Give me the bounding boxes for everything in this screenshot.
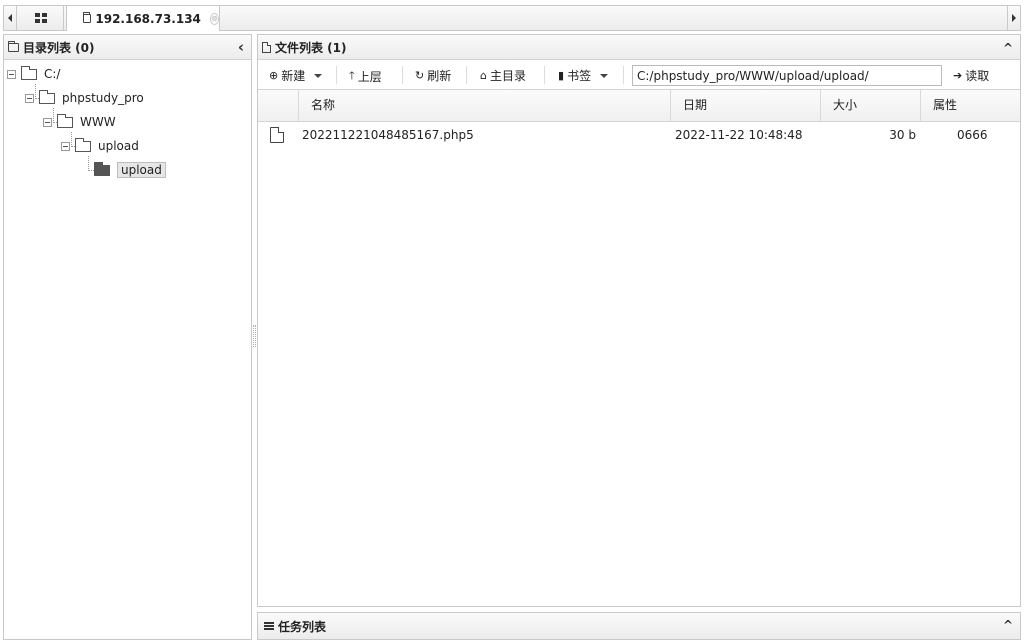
column-attr[interactable]: 属性 — [920, 90, 1020, 121]
tree-node-label: upload — [98, 139, 139, 153]
tree-node-label: WWW — [80, 115, 116, 129]
directory-panel-title: 目录列表 (0) — [23, 40, 95, 55]
bookmark-icon: ▮ — [558, 69, 565, 82]
tree-node-root[interactable]: C:/ — [7, 64, 60, 84]
collapse-icon[interactable] — [61, 141, 70, 151]
directory-panel-header: 目录列表 (0) ‹ — [4, 35, 251, 60]
tab-home[interactable] — [18, 6, 64, 30]
arrow-right-icon — [1012, 14, 1016, 22]
collapse-icon[interactable] — [25, 93, 34, 103]
tree-node-label: C:/ — [44, 67, 61, 81]
file-size: 30 b — [889, 128, 916, 142]
file-attr: 0666 — [957, 128, 988, 142]
chevron-down-icon — [314, 73, 323, 78]
tab-host-label: 192.168.73.134 — [95, 11, 201, 26]
read-button[interactable]: ➔ 读取 — [953, 67, 989, 84]
folder-icon — [8, 40, 19, 52]
file-date: 2022-11-22 10:48:48 — [675, 128, 803, 142]
document-icon — [262, 41, 271, 53]
tab-scroll-right-button[interactable] — [1007, 6, 1020, 30]
collapse-left-icon[interactable]: ‹ — [238, 38, 244, 56]
path-input[interactable] — [632, 65, 942, 86]
tree-node-phpstudy-pro[interactable]: phpstudy_pro — [25, 88, 144, 108]
file-icon — [270, 127, 284, 143]
up-button-label: 上层 — [357, 70, 382, 84]
collapse-up-icon[interactable]: ^ — [1003, 41, 1013, 55]
grid-icon — [34, 13, 47, 23]
list-icon — [264, 621, 274, 631]
file-panel: 文件列表 (1) ^ ⊕ 新建 🡑 上层 ↻ 刷新 ⌂ 主目录 ▮ 书签 C:/… — [257, 34, 1021, 607]
folder-icon — [21, 65, 37, 80]
tree-node-label: upload — [117, 162, 166, 178]
home-dir-button-label: 主目录 — [489, 69, 526, 83]
column-size[interactable]: 大小 — [820, 90, 920, 121]
task-panel-title: 任务列表 — [278, 619, 327, 634]
up-button[interactable]: 🡑 上层 — [349, 67, 382, 86]
arrow-up-icon: 🡑 — [349, 69, 355, 82]
folder-open-icon — [94, 161, 110, 176]
tab-host[interactable]: 192.168.73.134 ⊗ — [66, 6, 220, 31]
file-panel-title: 文件列表 (1) — [275, 40, 347, 55]
plus-circle-icon: ⊕ — [269, 69, 279, 82]
file-name: 202211221048485167.php5 — [302, 128, 474, 142]
panel-splitter[interactable] — [253, 325, 256, 347]
refresh-button-label: 刷新 — [427, 69, 452, 83]
tree-node-upload[interactable]: upload — [61, 136, 139, 156]
directory-panel: 目录列表 (0) ‹ C:/ phpstudy_pro WWW upload u… — [3, 34, 252, 640]
tab-bar: 192.168.73.134 ⊗ — [3, 5, 1021, 31]
collapse-icon[interactable] — [7, 69, 16, 79]
tab-scroll-left-button[interactable] — [4, 6, 17, 30]
expand-up-icon[interactable]: ^ — [1003, 618, 1013, 632]
tree-node-label: phpstudy_pro — [62, 91, 144, 105]
new-button[interactable]: ⊕ 新建 — [269, 67, 323, 84]
refresh-icon: ↻ — [415, 69, 425, 82]
task-panel-header[interactable]: 任务列表 ^ — [258, 613, 1020, 639]
home-icon: ⌂ — [480, 69, 487, 82]
refresh-button[interactable]: ↻ 刷新 — [415, 67, 451, 84]
column-name[interactable]: 名称 — [298, 90, 670, 121]
close-icon[interactable]: ⊗ — [209, 12, 219, 25]
file-toolbar: ⊕ 新建 🡑 上层 ↻ 刷新 ⌂ 主目录 ▮ 书签 ➔ 读取 — [258, 60, 1020, 90]
collapse-icon[interactable] — [43, 117, 52, 127]
folder-icon — [39, 89, 55, 104]
folder-icon — [75, 137, 91, 152]
file-grid-header: 名称 日期 大小 属性 — [258, 90, 1020, 122]
tree-node-upload-selected[interactable]: upload — [94, 160, 166, 180]
bookmark-button-label: 书签 — [567, 69, 592, 83]
tree-node-www[interactable]: WWW — [43, 112, 116, 132]
bookmark-button[interactable]: ▮ 书签 — [558, 67, 609, 84]
folder-icon — [83, 12, 92, 23]
arrow-right-icon: ➔ — [953, 69, 963, 82]
home-dir-button[interactable]: ⌂ 主目录 — [480, 67, 526, 84]
arrow-left-icon — [8, 14, 12, 22]
column-date[interactable]: 日期 — [670, 90, 820, 121]
read-button-label: 读取 — [965, 69, 990, 83]
file-row[interactable]: 202211221048485167.php5 2022-11-22 10:48… — [258, 122, 1020, 149]
task-panel: 任务列表 ^ — [257, 612, 1021, 640]
folder-icon — [57, 113, 73, 128]
new-button-label: 新建 — [281, 69, 306, 83]
chevron-down-icon — [600, 73, 609, 78]
file-panel-header: 文件列表 (1) ^ — [258, 35, 1020, 60]
